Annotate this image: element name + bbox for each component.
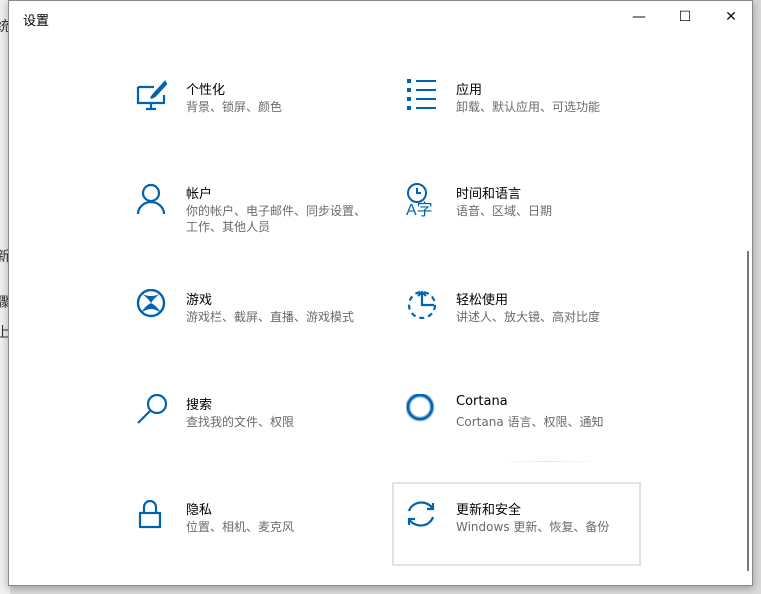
settings-item-time-language[interactable]: A字 时间和语言 语音、区域、日期 (406, 183, 656, 267)
ease-of-access-icon (407, 290, 437, 320)
settings-item-update-security[interactable]: 更新和安全 Windows 更新、恢复、备份 (406, 499, 656, 583)
settings-item-personalization[interactable]: 个性化 背景、锁屏、颜色 (136, 79, 386, 163)
cortana-icon (406, 394, 435, 422)
apps-icon (407, 79, 436, 110)
settings-item-privacy[interactable]: 隐私 位置、相机、麦克风 (136, 499, 386, 583)
search-icon (137, 394, 168, 424)
account-icon (136, 183, 166, 215)
settings-item-search[interactable]: 搜索 查找我的文件、权限 (136, 394, 386, 478)
scrollbar[interactable] (747, 251, 749, 571)
time-language-icon: A字 (406, 183, 433, 217)
maximize-button[interactable]: ☐ (662, 1, 708, 33)
update-icon (407, 501, 435, 527)
settings-window: 设置 — ☐ ✕ 个性化 背景、锁屏、颜色 应用 卸载、默认应用、可选功能 帐户… (8, 0, 753, 586)
window-title: 设置 (23, 14, 50, 29)
personalization-icon (136, 80, 168, 111)
settings-item-ease-of-access[interactable]: 轻松使用 讲述人、放大镜、高对比度 (406, 289, 656, 373)
settings-item-accounts[interactable]: 帐户 你的帐户、电子邮件、同步设置、工作、其他人员 (136, 183, 386, 267)
settings-item-cortana[interactable]: Cortana Cortana 语言、权限、通知 (406, 394, 656, 478)
lock-icon (138, 499, 162, 529)
settings-item-gaming[interactable]: 游戏 游戏栏、截屏、直播、游戏模式 (136, 289, 386, 373)
minimize-button[interactable]: — (616, 1, 662, 33)
xbox-icon (136, 289, 166, 318)
close-button[interactable]: ✕ (708, 1, 754, 33)
settings-item-apps[interactable]: 应用 卸载、默认应用、可选功能 (406, 79, 656, 163)
svg-text:A字: A字 (406, 201, 433, 217)
